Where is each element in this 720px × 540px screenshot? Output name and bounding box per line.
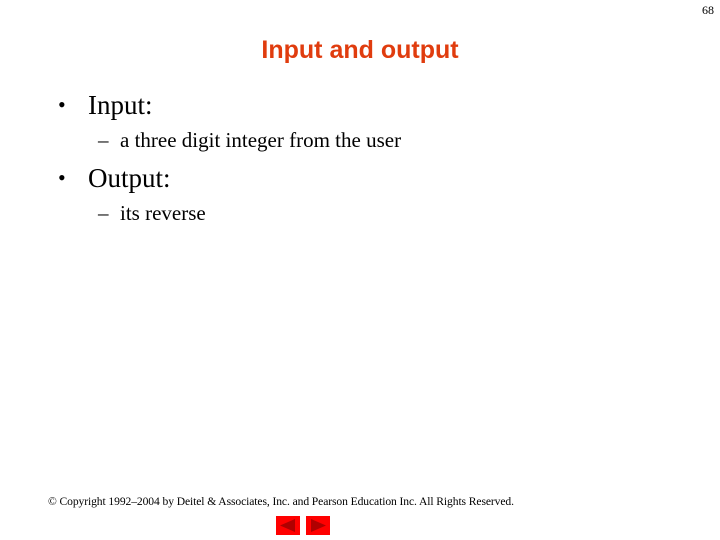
slide-navigation (276, 516, 330, 535)
previous-slide-button[interactable] (276, 516, 300, 535)
dash-mark: – (98, 128, 109, 152)
bullet-text: Output: (88, 163, 171, 193)
bullet-mark: • (58, 92, 66, 117)
slide-title: Input and output (261, 36, 459, 64)
sub-bullet-text: its reverse (120, 201, 206, 225)
dash-mark: – (98, 201, 109, 225)
next-slide-button[interactable] (306, 516, 330, 535)
sub-bullet-item: – its reverse (98, 201, 206, 225)
bullet-item-input: • Input: (58, 90, 153, 120)
triangle-right-icon (311, 519, 326, 532)
page-number: 68 (702, 3, 714, 17)
bullet-mark: • (58, 165, 66, 190)
sub-bullet-text: a three digit integer from the user (120, 128, 402, 152)
sub-bullet-item: – a three digit integer from the user (98, 128, 401, 152)
bullet-item-output: • Output: (58, 163, 171, 193)
triangle-left-icon (280, 519, 295, 532)
bullet-text: Input: (88, 90, 153, 120)
copyright-notice: © Copyright 1992–2004 by Deitel & Associ… (48, 495, 514, 508)
